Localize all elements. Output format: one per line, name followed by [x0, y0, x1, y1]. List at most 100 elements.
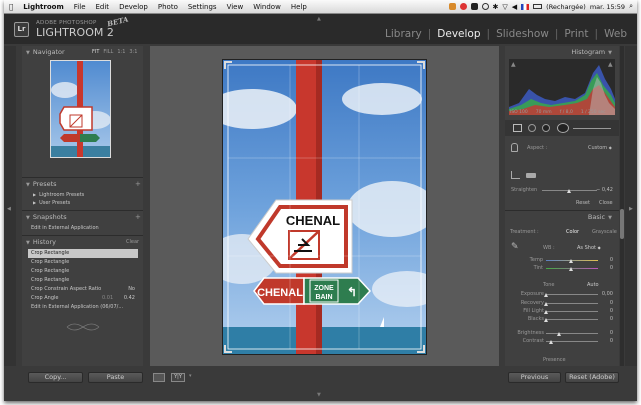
menu-file[interactable]: File	[69, 0, 91, 14]
tone-slider-knob[interactable]	[544, 310, 548, 314]
highlight-clipping-icon[interactable]: ▲	[608, 61, 613, 68]
left-panel-edge[interactable]: ◀	[4, 46, 16, 366]
tone-slider[interactable]	[546, 341, 598, 342]
crop-handle-bottom-right[interactable]	[417, 345, 425, 353]
tone-slider-knob[interactable]	[557, 332, 561, 336]
tone-slider-value[interactable]: 0	[593, 316, 613, 322]
straighten-value[interactable]: − 0,42	[593, 187, 613, 193]
preset-folder[interactable]: ▶ Lightroom Presets	[30, 191, 84, 199]
clock[interactable]: mar. 15:59	[590, 3, 625, 11]
presets-header[interactable]: ▼ Presets	[26, 179, 57, 189]
toolbar-dropdown-icon[interactable]: ▾	[189, 373, 192, 379]
photo[interactable]: CHENAL CHENAL ZONE BAIN ↰	[222, 59, 427, 355]
tool-slider[interactable]	[573, 128, 611, 129]
lock-icon[interactable]	[511, 143, 518, 152]
volume-icon[interactable]: ◀	[512, 3, 517, 11]
history-clear-button[interactable]: Clear	[126, 237, 139, 247]
tone-slider-knob[interactable]	[544, 293, 548, 297]
treatment-color[interactable]: Color	[566, 229, 579, 235]
menu-settings[interactable]: Settings	[183, 0, 222, 14]
tint-value[interactable]: 0	[593, 265, 613, 271]
zoom-1-1[interactable]: 1:1	[117, 47, 125, 57]
preset-folder[interactable]: ▶ User Presets	[30, 199, 70, 207]
navigator-preview[interactable]	[50, 60, 111, 158]
treatment-grayscale[interactable]: Grayscale	[592, 229, 617, 235]
adjustment-brush-icon[interactable]	[557, 123, 569, 133]
history-item[interactable]: Crop Rectangle	[28, 276, 138, 285]
module-print[interactable]: Print	[564, 28, 588, 40]
zoom-fit[interactable]: FIT	[92, 47, 99, 57]
menu-help[interactable]: Help	[286, 0, 312, 14]
tone-slider-value[interactable]: 0	[593, 338, 613, 344]
auto-tone-button[interactable]: Auto	[587, 282, 599, 288]
aspect-select[interactable]: Custom ◆	[588, 145, 612, 151]
history-item[interactable]: Edit in External Application (06/07/...	[28, 303, 138, 312]
snapshots-add-button[interactable]: +	[135, 212, 141, 222]
temp-knob[interactable]	[569, 259, 573, 263]
scrollbar-thumb[interactable]	[620, 209, 624, 239]
menu-develop[interactable]: Develop	[114, 0, 153, 14]
previous-button[interactable]: Previous	[508, 372, 561, 383]
tone-slider-knob[interactable]	[544, 302, 548, 306]
bluetooth-icon[interactable]: ✱	[493, 3, 499, 11]
tone-slider-knob[interactable]	[544, 318, 548, 322]
presets-add-button[interactable]: +	[135, 179, 141, 189]
zoom-fill[interactable]: FILL	[103, 47, 113, 57]
tone-slider-knob[interactable]	[549, 340, 553, 344]
menu-edit[interactable]: Edit	[91, 0, 115, 14]
crop-handle-top-right[interactable]	[417, 61, 425, 69]
history-item[interactable]: Crop Rectangle	[28, 249, 138, 258]
histogram-header[interactable]: Histogram ▼	[571, 47, 615, 57]
crop-close-button[interactable]: Close	[599, 200, 613, 206]
crop-tool-icon[interactable]	[513, 124, 522, 132]
menu-app[interactable]: Lightroom	[18, 0, 69, 14]
straighten-tool-icon[interactable]	[511, 171, 520, 179]
status-sync-icon[interactable]	[481, 3, 489, 10]
level-icon[interactable]	[526, 173, 536, 178]
apple-menu-icon[interactable]: 	[4, 0, 18, 14]
temp-value[interactable]: 0	[593, 257, 613, 263]
menu-photo[interactable]: Photo	[153, 0, 183, 14]
white-balance-selector-icon[interactable]: ✎	[511, 242, 519, 252]
tone-slider-value[interactable]: 0	[593, 300, 613, 306]
tone-slider-value[interactable]: 0	[593, 308, 613, 314]
crop-handle-bottom-left[interactable]	[224, 345, 232, 353]
spotlight-icon[interactable]: ⌕	[629, 2, 633, 11]
wb-select[interactable]: As Shot ◆	[577, 245, 601, 251]
top-panel-toggle-icon[interactable]: ▲	[317, 16, 321, 22]
copy-settings-button[interactable]: Copy...	[28, 372, 83, 383]
right-panel-toggle-icon[interactable]: ▶	[629, 206, 633, 212]
wifi-icon[interactable]: ▽	[502, 3, 507, 11]
menu-window[interactable]: Window	[248, 0, 286, 14]
history-header[interactable]: ▼ History	[26, 237, 56, 247]
zoom-3-1[interactable]: 3:1	[129, 47, 137, 57]
tone-slider[interactable]	[546, 294, 598, 295]
right-panel-edge[interactable]: ▶	[625, 46, 637, 366]
snapshot-item[interactable]: Edit in External Application	[28, 224, 138, 232]
basic-header[interactable]: Basic ▼	[588, 212, 615, 222]
history-item[interactable]: Crop Rectangle	[28, 258, 138, 267]
reset-adobe-button[interactable]: Reset (Adobe)	[565, 372, 619, 383]
filmstrip-toggle-icon[interactable]: ▼	[317, 392, 321, 398]
status-dashboard-icon[interactable]	[470, 3, 478, 10]
history-item[interactable]: Crop Constrain Aspect Ratio No	[28, 285, 138, 294]
history-item[interactable]: Crop Rectangle	[28, 267, 138, 276]
status-tool-icon[interactable]	[448, 3, 456, 10]
tone-slider[interactable]	[546, 319, 598, 320]
left-panel-toggle-icon[interactable]: ◀	[7, 206, 11, 212]
shadow-clipping-icon[interactable]: ▲	[511, 61, 516, 68]
histogram-chart[interactable]: ▲ ▲	[509, 59, 615, 115]
tone-slider-value[interactable]: 0,00	[593, 291, 613, 297]
battery-icon[interactable]	[533, 4, 543, 9]
right-panel-scrollbar[interactable]	[620, 46, 624, 366]
module-slideshow[interactable]: Slideshow	[496, 28, 549, 40]
tint-knob[interactable]	[569, 267, 573, 271]
spot-removal-icon[interactable]	[528, 124, 536, 132]
red-eye-icon[interactable]	[542, 124, 550, 132]
crop-reset-button[interactable]: Reset	[576, 200, 590, 206]
crop-handle-top-left[interactable]	[224, 61, 232, 69]
tone-slider[interactable]	[546, 311, 598, 312]
straighten-knob[interactable]	[567, 189, 571, 193]
before-after-view-icon[interactable]: Y|Y	[171, 373, 185, 382]
tone-slider-value[interactable]: 0	[593, 330, 613, 336]
